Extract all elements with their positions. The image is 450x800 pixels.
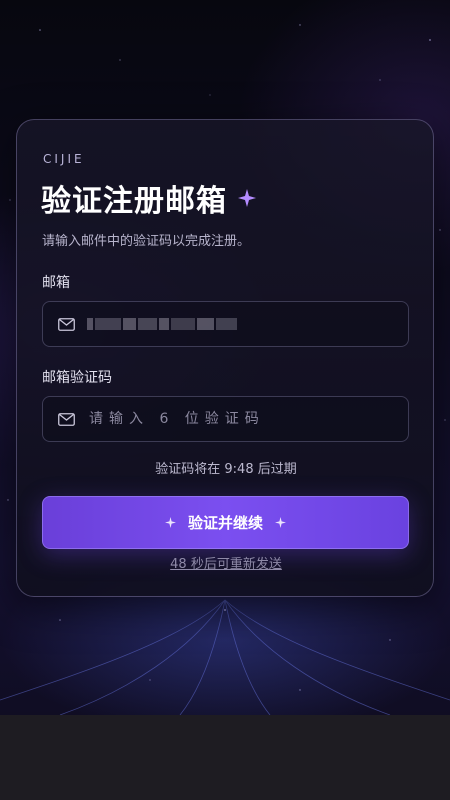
page-subtitle: 请输入邮件中的验证码以完成注册。: [42, 234, 251, 249]
sparkle-icon: [275, 517, 286, 528]
mail-icon: [58, 412, 75, 426]
bottom-bar: [0, 715, 450, 800]
resend-link[interactable]: 48 秒后可重新发送: [170, 557, 282, 572]
code-label: 邮箱验证码: [42, 370, 112, 386]
code-field[interactable]: [42, 396, 409, 442]
expiry-notice: 验证码将在 9:48 后过期: [155, 462, 297, 477]
screen: CIJIE 验证注册邮箱 请输入邮件中的验证码以完成注册。 邮箱 邮箱验证码 请…: [0, 0, 450, 800]
resend-row: 48 秒后可重新发送: [17, 553, 435, 572]
sparkle-icon: [238, 189, 256, 207]
sparkle-icon: [164, 517, 176, 528]
verify-button-label: 验证并继续: [187, 514, 263, 532]
title-row: 验证注册邮箱: [41, 176, 257, 220]
code-input[interactable]: [87, 410, 391, 428]
verification-card: CIJIE 验证注册邮箱 请输入邮件中的验证码以完成注册。 邮箱 邮箱验证码 请…: [16, 119, 434, 597]
email-label: 邮箱: [42, 275, 70, 291]
verify-continue-button[interactable]: 验证并继续: [42, 496, 409, 549]
email-value-obscured: [87, 317, 237, 331]
email-field[interactable]: [42, 301, 409, 347]
mail-icon: [58, 317, 75, 331]
brand-logo-text: CIJIE: [43, 152, 85, 166]
page-title: 验证注册邮箱: [41, 184, 227, 219]
